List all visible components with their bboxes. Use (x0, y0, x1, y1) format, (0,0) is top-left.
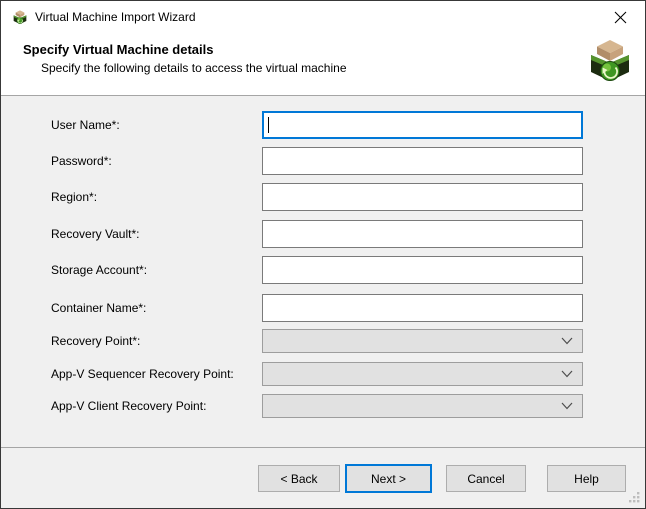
dialog-window: Virtual Machine Import Wizard Specify Vi… (0, 0, 646, 509)
appv-sequencer-recovery-point-select[interactable] (262, 362, 583, 386)
field-label-appv-sequencer-recovery-point: App-V Sequencer Recovery Point: (51, 367, 256, 381)
field-label-password: Password*: (51, 154, 256, 168)
text-caret (268, 117, 269, 133)
chevron-down-icon (561, 402, 573, 410)
appv-client-recovery-point-select[interactable] (262, 394, 583, 418)
page-subtitle: Specify the following details to access … (41, 61, 347, 75)
user-name-input[interactable] (262, 111, 583, 139)
recovery-point-select[interactable] (262, 329, 583, 353)
window-title: Virtual Machine Import Wizard (35, 10, 196, 24)
field-label-appv-client-recovery-point: App-V Client Recovery Point: (51, 399, 256, 413)
recovery-vault-input[interactable] (262, 220, 583, 248)
close-button[interactable] (603, 6, 637, 29)
title-bar[interactable]: Virtual Machine Import Wizard (1, 1, 645, 33)
wizard-header: Specify Virtual Machine details Specify … (1, 33, 645, 96)
cancel-button[interactable]: Cancel (446, 465, 526, 492)
chevron-down-icon (561, 370, 573, 378)
field-label-recovery-vault: Recovery Vault*: (51, 227, 256, 241)
resize-grip[interactable] (628, 491, 641, 504)
container-name-input[interactable] (262, 294, 583, 322)
field-label-recovery-point: Recovery Point*: (51, 334, 256, 348)
next-button[interactable]: Next > (345, 464, 432, 493)
footer-divider (1, 447, 645, 448)
field-label-user-name: User Name*: (51, 118, 256, 132)
back-button[interactable]: < Back (258, 465, 340, 492)
field-label-container-name: Container Name*: (51, 301, 256, 315)
chevron-down-icon (561, 337, 573, 345)
package-icon (12, 9, 28, 25)
region-input[interactable] (262, 183, 583, 211)
close-icon (614, 11, 627, 24)
page-title: Specify Virtual Machine details (23, 42, 214, 57)
field-label-region: Region*: (51, 190, 256, 204)
package-icon (586, 36, 634, 84)
password-input[interactable] (262, 147, 583, 175)
help-button[interactable]: Help (547, 465, 626, 492)
storage-account-input[interactable] (262, 256, 583, 284)
field-label-storage-account: Storage Account*: (51, 263, 256, 277)
